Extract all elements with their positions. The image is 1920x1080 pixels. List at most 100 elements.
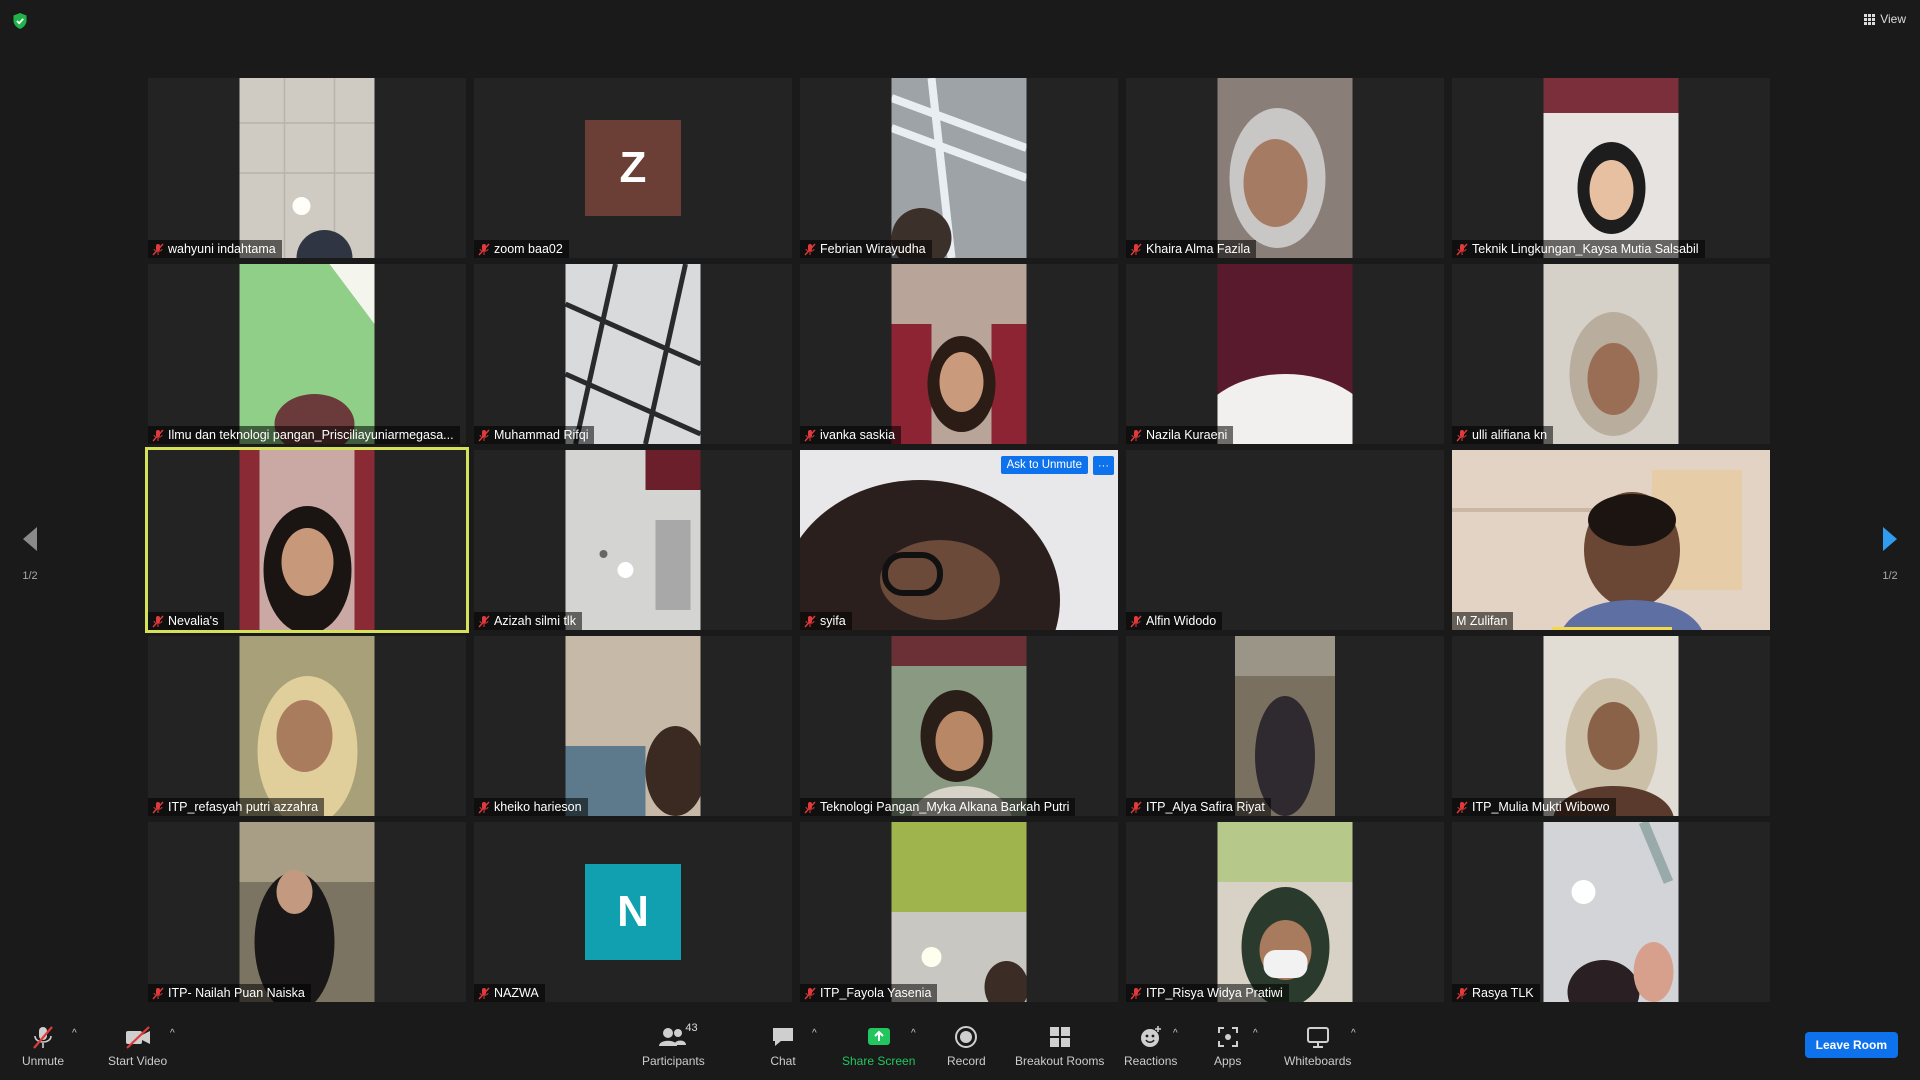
- participant-video: [239, 636, 375, 816]
- participant-video: [891, 264, 1027, 444]
- participant-video: [1217, 822, 1353, 1002]
- participant-tile[interactable]: Azizah silmi tlk: [474, 450, 792, 630]
- participant-name: Azizah silmi tlk: [474, 612, 582, 630]
- mic-muted-icon: [804, 987, 816, 999]
- participant-video: [1217, 78, 1353, 258]
- share-screen-button[interactable]: Share Screen: [842, 1024, 915, 1068]
- video-options-caret[interactable]: ^: [170, 1028, 175, 1039]
- chevron-left-icon: [23, 527, 37, 551]
- participant-tile[interactable]: wahyuni indahtama: [148, 78, 466, 258]
- participant-tile[interactable]: Rasya TLK: [1452, 822, 1770, 1002]
- participant-video: [239, 450, 375, 630]
- participant-tile[interactable]: Febrian Wirayudha: [800, 78, 1118, 258]
- next-page-button[interactable]: 1/2: [1875, 525, 1905, 582]
- meeting-toolbar: Unmute ^ Start Video ^ 43 Participants C…: [0, 1016, 1920, 1080]
- participant-name: ITP_refasyah putri azzahra: [148, 798, 325, 816]
- participant-tile[interactable]: kheiko harieson: [474, 636, 792, 816]
- participant-tile[interactable]: ITP_Mulia Mukti Wibowo: [1452, 636, 1770, 816]
- participant-video: [800, 450, 1118, 630]
- whiteboards-options-caret[interactable]: ^: [1351, 1028, 1356, 1039]
- breakout-rooms-button[interactable]: Breakout Rooms: [1015, 1024, 1104, 1068]
- mic-muted-icon: [152, 429, 164, 441]
- prev-page-button[interactable]: 1/2: [15, 525, 45, 582]
- shield-icon: [13, 13, 27, 29]
- participant-tile[interactable]: Ask to Unmute ··· syifa: [800, 450, 1118, 630]
- mic-muted-icon: [478, 987, 490, 999]
- participants-button[interactable]: 43 Participants: [642, 1022, 705, 1068]
- participant-tile[interactable]: Alfin Widodo: [1126, 450, 1444, 630]
- mic-muted-icon: [1456, 801, 1468, 813]
- participant-name: ITP_Alya Safira Riyat: [1126, 798, 1271, 816]
- page-indicator-right: 1/2: [1882, 570, 1898, 582]
- participant-name: Nevalia's: [148, 612, 225, 630]
- participant-name: ITP_Mulia Mukti Wibowo: [1452, 798, 1616, 816]
- chat-options-caret[interactable]: ^: [812, 1028, 817, 1039]
- participant-tile-active[interactable]: Nevalia's: [145, 447, 469, 633]
- leave-room-button[interactable]: Leave Room: [1804, 1032, 1898, 1058]
- participant-tile[interactable]: Ilmu dan teknologi pangan_Prisciliayunia…: [148, 264, 466, 444]
- start-video-button[interactable]: Start Video: [108, 1024, 167, 1068]
- participant-avatar: N: [585, 864, 681, 960]
- chat-icon: [773, 1028, 793, 1046]
- participant-tile[interactable]: ivanka saskia: [800, 264, 1118, 444]
- participant-video: [1543, 822, 1679, 1002]
- reactions-button[interactable]: Reactions: [1124, 1024, 1177, 1068]
- mic-muted-icon: [1130, 615, 1142, 627]
- participant-video: [1452, 450, 1770, 630]
- ask-to-unmute-button[interactable]: Ask to Unmute: [1000, 456, 1088, 474]
- reactions-icon: [1140, 1026, 1161, 1047]
- mic-muted-icon: [478, 429, 490, 441]
- mic-muted-icon: [1456, 987, 1468, 999]
- share-options-caret[interactable]: ^: [911, 1028, 916, 1039]
- participant-name: wahyuni indahtama: [148, 240, 282, 258]
- participant-tile[interactable]: ITP_refasyah putri azzahra: [148, 636, 466, 816]
- mic-muted-icon: [1130, 429, 1142, 441]
- participant-name: Ilmu dan teknologi pangan_Prisciliayunia…: [148, 426, 460, 444]
- participant-video: [1235, 636, 1335, 816]
- participant-tile[interactable]: Z zoom baa02: [474, 78, 792, 258]
- apps-options-caret[interactable]: ^: [1253, 1028, 1258, 1039]
- participant-name: ITP_Fayola Yasenia: [800, 984, 938, 1002]
- whiteboard-icon: [1306, 1027, 1329, 1048]
- participant-name: Febrian Wirayudha: [800, 240, 932, 258]
- mic-muted-icon: [804, 615, 816, 627]
- participant-tile[interactable]: Nazila Kuraeni: [1126, 264, 1444, 444]
- mic-muted-icon: [1130, 243, 1142, 255]
- participant-tile[interactable]: ulli alifiana kn: [1452, 264, 1770, 444]
- mic-muted-icon: [33, 1026, 53, 1049]
- participant-tile[interactable]: Teknik Lingkungan_Kaysa Mutia Salsabil: [1452, 78, 1770, 258]
- speaking-indicator: [1552, 627, 1672, 630]
- participant-tile[interactable]: M Zulifan: [1452, 450, 1770, 630]
- mic-muted-icon: [478, 243, 490, 255]
- whiteboards-button[interactable]: Whiteboards: [1284, 1024, 1351, 1068]
- participant-tile[interactable]: ITP- Nailah Puan Naiska: [148, 822, 466, 1002]
- mic-muted-icon: [478, 801, 490, 813]
- participant-name: syifa: [800, 612, 852, 630]
- participant-tile[interactable]: ITP_Alya Safira Riyat: [1126, 636, 1444, 816]
- participants-count: 43: [685, 1022, 698, 1034]
- participant-name: Teknik Lingkungan_Kaysa Mutia Salsabil: [1452, 240, 1705, 258]
- chat-button[interactable]: Chat: [770, 1024, 796, 1068]
- view-button[interactable]: View: [1864, 12, 1906, 26]
- participant-tile[interactable]: N NAZWA: [474, 822, 792, 1002]
- reactions-options-caret[interactable]: ^: [1173, 1028, 1178, 1039]
- audio-options-caret[interactable]: ^: [72, 1028, 77, 1039]
- participant-tile[interactable]: ITP_Risya Widya Pratiwi: [1126, 822, 1444, 1002]
- mic-muted-icon: [804, 801, 816, 813]
- participant-name: ITP_Risya Widya Pratiwi: [1126, 984, 1289, 1002]
- mic-muted-icon: [152, 987, 164, 999]
- participant-tile[interactable]: Muhammad Rifqi: [474, 264, 792, 444]
- participant-video: [565, 636, 701, 816]
- more-options-button[interactable]: ···: [1093, 456, 1114, 475]
- unmute-button[interactable]: Unmute: [22, 1024, 64, 1068]
- record-button[interactable]: Record: [947, 1024, 986, 1068]
- participant-video: [1543, 636, 1679, 816]
- participant-name: M Zulifan: [1452, 612, 1514, 630]
- participant-name: zoom baa02: [474, 240, 569, 258]
- apps-button[interactable]: Apps: [1214, 1024, 1241, 1068]
- video-off-icon: [125, 1026, 150, 1049]
- participant-tile[interactable]: ITP_Fayola Yasenia: [800, 822, 1118, 1002]
- participant-tile[interactable]: Teknologi Pangan_Myka Alkana Barkah Putr…: [800, 636, 1118, 816]
- participant-tile[interactable]: Khaira Alma Fazila: [1126, 78, 1444, 258]
- participant-video: [1217, 264, 1353, 444]
